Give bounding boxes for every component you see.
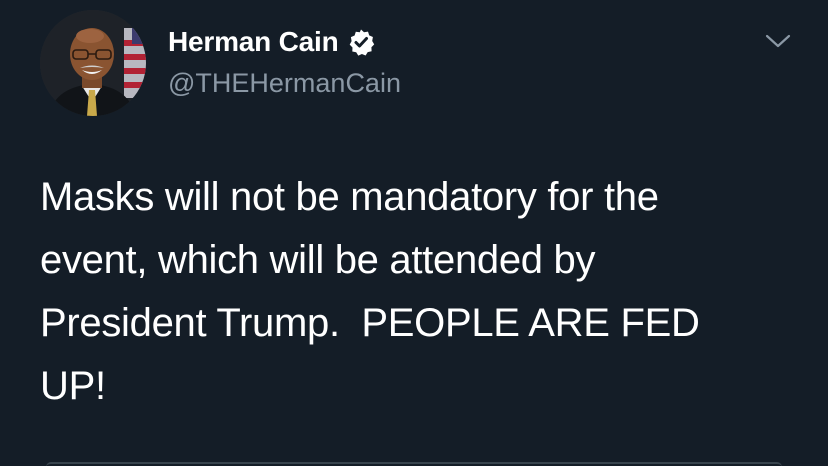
tweet-card: Herman Cain @THEHermanCain Masks will no… <box>0 0 828 466</box>
chevron-down-icon[interactable] <box>764 30 792 52</box>
verified-badge-icon <box>347 28 375 56</box>
author-display-name[interactable]: Herman Cain <box>168 26 339 58</box>
card-edge-divider <box>46 462 782 466</box>
tweet-text: Masks will not be mandatory for the even… <box>40 175 700 408</box>
author-avatar[interactable] <box>40 10 146 116</box>
author-handle[interactable]: @THEHermanCain <box>168 68 401 99</box>
author-name-row[interactable]: Herman Cain <box>168 24 375 60</box>
profile-photo-icon <box>40 10 146 116</box>
